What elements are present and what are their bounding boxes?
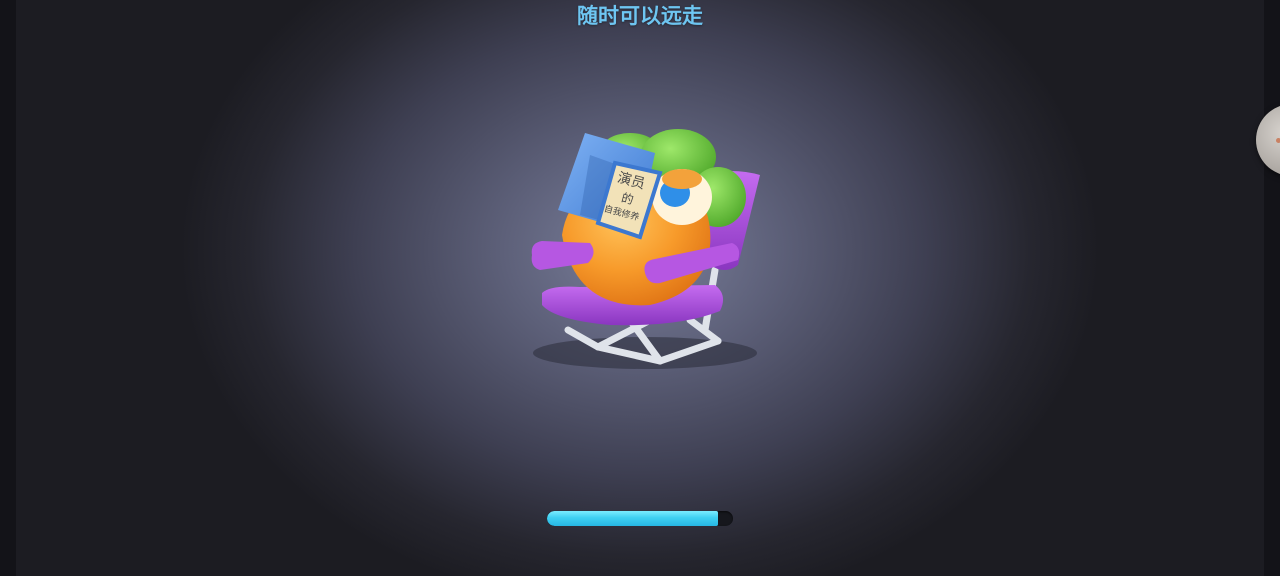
floating-assistant-icon <box>1276 138 1280 143</box>
floating-assistant-button[interactable] <box>1256 104 1280 176</box>
carrot-mascot-reading-icon: 演员 的 自我修养 <box>531 129 760 369</box>
loading-progress-bar <box>547 511 733 526</box>
right-edge-bar <box>1264 0 1280 576</box>
loading-title: 随时可以远走 <box>577 4 703 28</box>
left-edge-bar <box>0 0 16 576</box>
loading-screen: 随时可以远走 演员 的 自我修养 <box>0 0 1280 576</box>
loading-progress-fill <box>547 511 719 526</box>
